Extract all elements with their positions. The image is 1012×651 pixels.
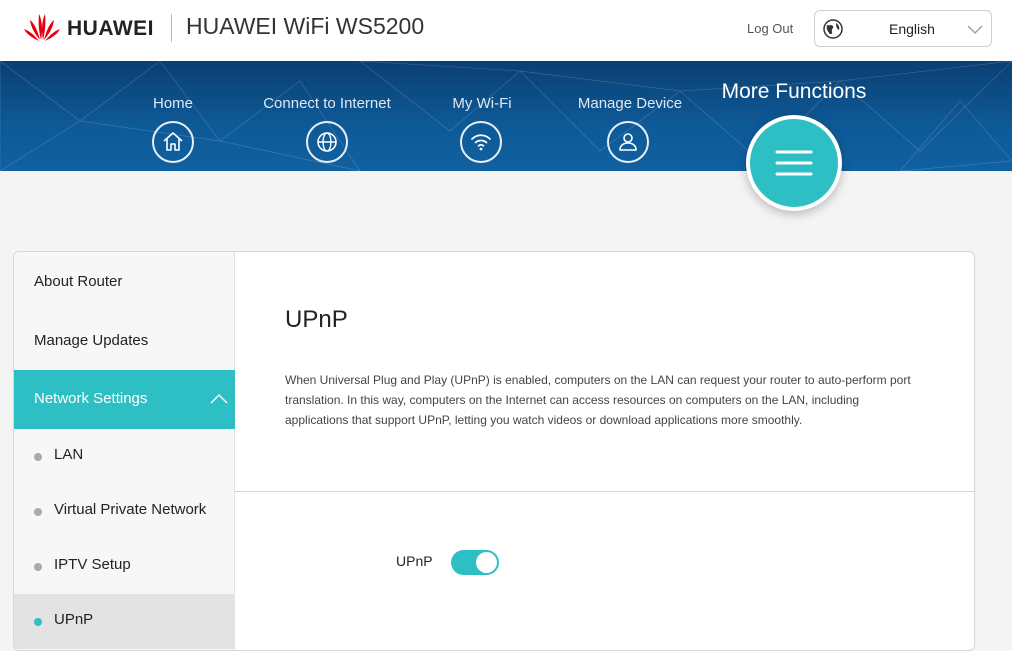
toggle-knob: [476, 552, 497, 573]
page-description: When Universal Plug and Play (UPnP) is e…: [285, 373, 911, 427]
logout-link[interactable]: Log Out: [747, 21, 793, 36]
language-value: English: [889, 21, 935, 37]
nav-manage-device[interactable]: Manage Device: [570, 61, 690, 171]
nav-my-wifi[interactable]: My Wi-Fi: [432, 61, 532, 171]
upnp-toggle[interactable]: [451, 550, 499, 575]
globe-icon: [306, 121, 348, 163]
sidebar-sub-label: UPnP: [54, 611, 94, 628]
home-icon: [152, 121, 194, 163]
sidebar-item-network-settings[interactable]: Network Settings: [14, 370, 235, 429]
sidebar-item-vpn[interactable]: Virtual Private Network: [14, 484, 235, 539]
divider: [235, 491, 974, 492]
content-area: UPnP When Universal Plug and Play (UPnP)…: [235, 252, 974, 650]
sidebar-item-iptv-setup[interactable]: IPTV Setup: [14, 539, 235, 594]
nav-connect-label: Connect to Internet: [263, 95, 391, 112]
sidebar-item-upnp[interactable]: UPnP: [14, 594, 235, 649]
page-title: UPnP: [285, 306, 348, 333]
upnp-toggle-label: UPnP: [396, 553, 433, 569]
nav-more-functions-label[interactable]: More Functions: [700, 80, 888, 104]
bullet-dot: [34, 563, 42, 571]
sidebar-item-manage-updates[interactable]: Manage Updates: [34, 332, 148, 349]
language-select[interactable]: English: [814, 10, 992, 47]
bullet-dot: [34, 453, 42, 461]
nav-home-label: Home: [152, 95, 193, 112]
globe-icon: [823, 19, 843, 39]
bullet-dot: [34, 618, 42, 626]
wifi-icon: [460, 121, 502, 163]
user-icon: [607, 121, 649, 163]
sidebar-section-label: Network Settings: [34, 390, 148, 407]
header-divider: [171, 14, 172, 42]
sidebar-item-lan[interactable]: LAN: [14, 429, 235, 484]
chevron-up-icon: [210, 394, 228, 404]
sidebar-sub-label: Virtual Private Network: [54, 501, 207, 518]
menu-icon[interactable]: [746, 115, 842, 211]
sidebar-item-about-router[interactable]: About Router: [34, 273, 122, 290]
sidebar-sub-label: IPTV Setup: [54, 556, 131, 573]
main-nav: Home Connect to Internet My Wi-Fi Manage…: [0, 61, 1012, 171]
sidebar-sub-label: LAN: [54, 446, 84, 463]
nav-manage-label: Manage Device: [577, 95, 683, 112]
nav-connect-internet[interactable]: Connect to Internet: [252, 61, 402, 171]
sidebar: About Router Manage Updates Network Sett…: [14, 252, 235, 650]
nav-wifi-label: My Wi-Fi: [452, 95, 512, 112]
top-header: HUAWEI HUAWEI WiFi WS5200 Log Out Englis…: [0, 0, 1012, 61]
brand-name: HUAWEI: [67, 17, 154, 40]
bullet-dot: [34, 508, 42, 516]
settings-panel: About Router Manage Updates Network Sett…: [13, 251, 975, 651]
nav-home[interactable]: Home: [123, 61, 223, 171]
chevron-down-icon: [967, 25, 983, 34]
product-title: HUAWEI WiFi WS5200: [186, 13, 425, 39]
huawei-logo-icon: [24, 14, 60, 41]
